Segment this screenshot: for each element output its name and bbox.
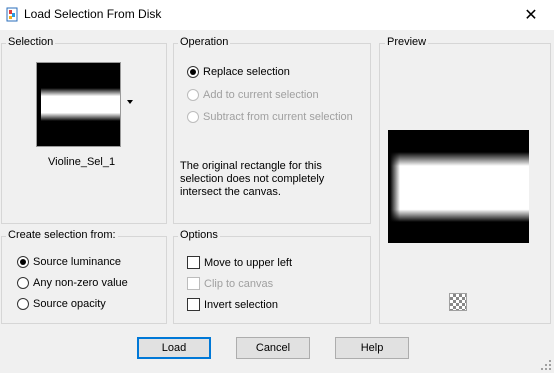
radio-button[interactable]: [17, 277, 29, 289]
app-icon: [6, 7, 18, 22]
radio-source-luminance[interactable]: Source luminance: [17, 256, 121, 268]
preview-selection-shape: [390, 152, 529, 222]
cancel-button[interactable]: Cancel: [236, 337, 310, 359]
radio-label: Replace selection: [203, 66, 290, 78]
radio-label: Source luminance: [33, 256, 122, 268]
create-from-group-title: Create selection from:: [6, 229, 118, 241]
close-icon: ✕: [524, 7, 538, 24]
close-button[interactable]: ✕: [508, 0, 554, 30]
radio-replace-selection[interactable]: Replace selection: [187, 66, 290, 78]
intersect-warning-text: The original rectangle for this selectio…: [180, 160, 325, 198]
radio-button[interactable]: [17, 256, 29, 268]
operation-group-title: Operation: [178, 36, 231, 48]
radio-button[interactable]: [187, 111, 199, 123]
checkbox-label: Clip to canvas: [204, 277, 274, 290]
checkbox-invert-selection[interactable]: Invert selection: [187, 298, 278, 311]
radio-add-to-selection[interactable]: Add to current selection: [187, 89, 319, 101]
checkbox-label: Invert selection: [204, 298, 278, 311]
checkbox-clip-to-canvas[interactable]: Clip to canvas: [187, 277, 273, 290]
radio-label: Add to current selection: [203, 89, 319, 101]
radio-button[interactable]: [17, 298, 29, 310]
checkbox[interactable]: [187, 277, 200, 290]
preview-group-title: Preview: [385, 36, 429, 48]
selection-thumbnail-shape: [41, 88, 120, 121]
radio-label: Source opacity: [33, 298, 106, 310]
checkbox[interactable]: [187, 298, 200, 311]
selection-group-title: Selection: [6, 36, 56, 48]
radio-any-non-zero[interactable]: Any non-zero value: [17, 277, 128, 289]
radio-label: Any non-zero value: [33, 277, 128, 289]
chevron-down-icon[interactable]: [127, 100, 133, 104]
selection-thumbnail[interactable]: [36, 62, 121, 147]
load-button[interactable]: Load: [137, 337, 211, 359]
window-title: Load Selection From Disk: [24, 7, 162, 21]
transparency-checker-icon[interactable]: [449, 293, 467, 311]
radio-source-opacity[interactable]: Source opacity: [17, 298, 106, 310]
radio-label: Subtract from current selection: [203, 111, 353, 123]
radio-button[interactable]: [187, 66, 199, 78]
resize-grip-icon[interactable]: [540, 359, 552, 371]
checkbox-label: Move to upper left: [204, 256, 293, 269]
radio-subtract-from-selection[interactable]: Subtract from current selection: [187, 111, 353, 123]
preview-canvas: [388, 130, 529, 243]
radio-button[interactable]: [187, 89, 199, 101]
options-group-title: Options: [178, 229, 220, 241]
selection-name: Violine_Sel_1: [48, 156, 116, 168]
title-bar: Load Selection From Disk ✕: [0, 0, 554, 30]
checkbox-move-to-upper-left[interactable]: Move to upper left: [187, 256, 292, 269]
checkbox[interactable]: [187, 256, 200, 269]
help-button[interactable]: Help: [335, 337, 409, 359]
